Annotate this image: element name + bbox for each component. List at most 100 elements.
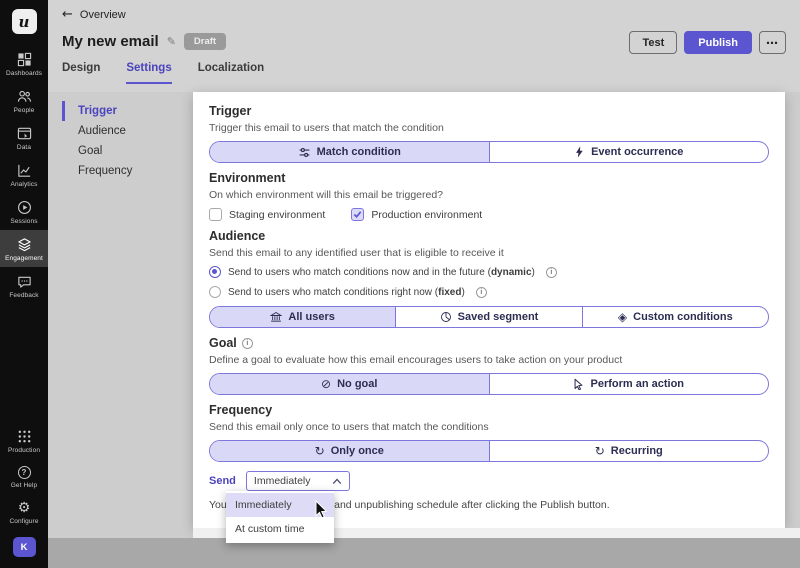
- trigger-heading: Trigger: [209, 105, 769, 118]
- option-recurring[interactable]: ↻ Recurring: [490, 441, 769, 461]
- bank-icon: [270, 311, 282, 323]
- settings-nav: Trigger Audience Goal Frequency: [62, 101, 188, 181]
- chevron-up-icon: [332, 478, 342, 485]
- tab-localization[interactable]: Localization: [198, 62, 264, 84]
- dropdown-option-at-custom-time[interactable]: At custom time: [226, 517, 334, 541]
- sidebar-item-label: Sessions: [10, 218, 37, 225]
- sidebar-item-configure[interactable]: ⚙ Configure: [0, 494, 48, 530]
- publish-button[interactable]: Publish: [684, 31, 752, 54]
- sliders-icon: [298, 146, 311, 159]
- option-custom-conditions[interactable]: ◈ Custom conditions: [583, 307, 768, 327]
- sidebar-item-label: Get Help: [11, 482, 37, 489]
- settings-nav-goal[interactable]: Goal: [62, 141, 188, 161]
- trigger-segment-control: Match condition Event occurrence: [209, 141, 769, 163]
- sidebar-item-data[interactable]: Data: [0, 119, 48, 156]
- refresh-once-icon: ↻: [315, 445, 325, 457]
- audience-heading: Audience: [209, 230, 769, 243]
- radio-unselected-icon[interactable]: [209, 286, 221, 298]
- settings-nav-audience[interactable]: Audience: [62, 121, 188, 141]
- pointer-icon: [573, 378, 584, 390]
- sidebar-item-production[interactable]: Production: [0, 422, 48, 459]
- sidebar-item-dashboards[interactable]: Dashboards: [0, 45, 48, 82]
- select-value: Immediately: [254, 475, 311, 487]
- analytics-icon: [17, 163, 32, 178]
- user-avatar[interactable]: K: [13, 537, 36, 557]
- option-saved-segment[interactable]: Saved segment: [396, 307, 582, 327]
- settings-nav-trigger[interactable]: Trigger: [62, 101, 188, 121]
- pie-chart-icon: [440, 311, 452, 323]
- page-title: My new email: [62, 33, 159, 50]
- sidebar-item-sessions[interactable]: Sessions: [0, 193, 48, 230]
- checkbox-unchecked-icon[interactable]: [209, 208, 222, 221]
- people-icon: [17, 89, 32, 104]
- more-options-button[interactable]: ⋯: [759, 31, 786, 54]
- production-icon: [17, 429, 32, 444]
- checkbox-checked-icon[interactable]: [351, 208, 364, 221]
- back-link[interactable]: ← Overview: [62, 9, 126, 21]
- sidebar-item-engagement[interactable]: Engagement: [0, 230, 48, 267]
- sidebar-item-people[interactable]: People: [0, 82, 48, 119]
- tab-settings[interactable]: Settings: [126, 62, 171, 84]
- diamond-icon: ◈: [618, 311, 627, 323]
- dashboards-icon: [17, 52, 32, 67]
- help-icon: ?: [18, 466, 31, 479]
- goal-desc: Define a goal to evaluate how this email…: [209, 354, 769, 366]
- test-button[interactable]: Test: [629, 31, 677, 54]
- sidebar-item-label: Analytics: [11, 181, 38, 188]
- feedback-icon: [17, 274, 32, 289]
- edit-title-icon[interactable]: ✎: [167, 35, 176, 48]
- sidebar-item-label: Data: [17, 144, 31, 151]
- option-no-goal[interactable]: ⊘ No goal: [210, 374, 490, 394]
- frequency-desc: Send this email only once to users that …: [209, 421, 769, 433]
- frequency-segment-control: ↻ Only once ↻ Recurring: [209, 440, 769, 462]
- tab-bar: Design Settings Localization: [62, 62, 264, 84]
- radio-fixed-audience[interactable]: Send to users who match conditions right…: [209, 286, 769, 298]
- app-sidebar: u Dashboards People Data Analytics Sessi…: [0, 0, 48, 568]
- sidebar-item-label: Engagement: [5, 255, 43, 262]
- lightning-icon: [574, 146, 585, 158]
- sidebar-item-feedback[interactable]: Feedback: [0, 267, 48, 304]
- recurring-icon: ↻: [595, 445, 605, 457]
- settings-nav-frequency[interactable]: Frequency: [62, 161, 188, 181]
- option-all-users[interactable]: All users: [210, 307, 396, 327]
- goal-heading: Goal i: [209, 337, 769, 350]
- no-goal-icon: ⊘: [321, 378, 331, 390]
- radio-dynamic-audience[interactable]: Send to users who match conditions now a…: [209, 266, 769, 278]
- sessions-icon: [17, 200, 32, 215]
- sidebar-item-label: Feedback: [9, 292, 38, 299]
- audience-desc: Send this email to any identified user t…: [209, 247, 769, 259]
- info-icon[interactable]: i: [476, 287, 487, 298]
- gear-icon: ⚙: [18, 501, 31, 515]
- option-match-condition[interactable]: Match condition: [210, 142, 490, 162]
- option-event-occurrence[interactable]: Event occurrence: [490, 142, 769, 162]
- trigger-desc: Trigger this email to users that match t…: [209, 122, 769, 134]
- engagement-icon: [17, 237, 32, 252]
- option-perform-action[interactable]: Perform an action: [490, 374, 769, 394]
- app-logo[interactable]: u: [12, 9, 37, 34]
- sidebar-item-label: Configure: [9, 518, 38, 525]
- audience-segment-control: All users Saved segment ◈ Custom conditi…: [209, 306, 769, 328]
- checkbox-production-environment[interactable]: Production environment: [351, 208, 482, 221]
- page-header: ← Overview My new email ✎ Draft Test Pub…: [48, 0, 800, 92]
- data-icon: [17, 126, 32, 141]
- tab-design[interactable]: Design: [62, 62, 100, 84]
- back-arrow-icon: ←: [62, 9, 73, 21]
- environment-desc: On which environment will this email be …: [209, 189, 769, 201]
- send-timing-select[interactable]: Immediately: [246, 471, 350, 491]
- sidebar-item-label: Dashboards: [6, 70, 42, 77]
- option-only-once[interactable]: ↻ Only once: [210, 441, 490, 461]
- info-icon[interactable]: i: [546, 267, 557, 278]
- info-icon[interactable]: i: [242, 338, 253, 349]
- sidebar-item-label: People: [14, 107, 35, 114]
- checkbox-staging-environment[interactable]: Staging environment: [209, 208, 325, 221]
- radio-selected-icon[interactable]: [209, 266, 221, 278]
- sidebar-item-analytics[interactable]: Analytics: [0, 156, 48, 193]
- sidebar-item-get-help[interactable]: ? Get Help: [0, 459, 48, 494]
- environment-heading: Environment: [209, 172, 769, 185]
- send-label: Send: [209, 475, 236, 487]
- sidebar-item-label: Production: [8, 447, 40, 454]
- frequency-heading: Frequency: [209, 404, 769, 417]
- settings-panel: Trigger Trigger this email to users that…: [193, 92, 785, 528]
- bottom-background: [48, 538, 800, 568]
- goal-segment-control: ⊘ No goal Perform an action: [209, 373, 769, 395]
